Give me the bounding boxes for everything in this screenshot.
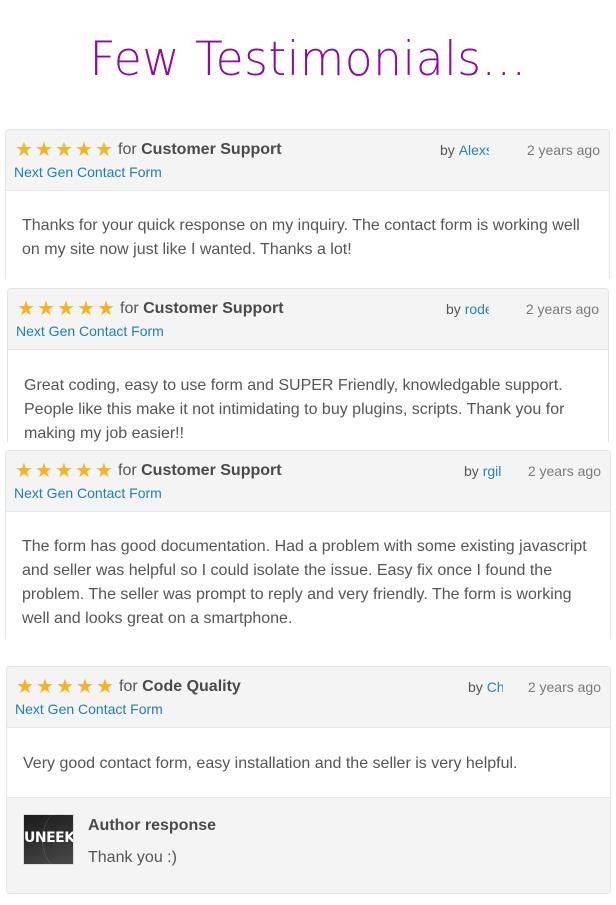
star-icon: ★ — [16, 676, 34, 698]
product-link[interactable]: Next Gen Contact Form — [16, 323, 164, 339]
category-label: Code Quality — [142, 678, 241, 695]
review-category: for Customer Support — [120, 300, 284, 317]
author-link[interactable]: rode — [465, 301, 489, 317]
star-icon: ★ — [97, 298, 115, 320]
review-card: ★ ★ ★ ★ ★ for Customer Support Next Gen Cont… — [5, 450, 611, 639]
star-icon: ★ — [55, 139, 73, 161]
review-header: ★ ★ ★ ★ ★ for Customer Support Next Gen Cont… — [6, 451, 610, 512]
star-icon: ★ — [15, 460, 33, 482]
product-link[interactable]: Next Gen Contact Form — [14, 485, 162, 501]
star-icon: ★ — [56, 676, 74, 698]
response-title: Author response — [88, 817, 217, 834]
star-rating: ★ ★ ★ ★ ★ — [16, 298, 116, 320]
review-author: by Alexs — [440, 142, 489, 158]
review-text: The form has good documentation. Had a p… — [22, 538, 587, 627]
star-icon: ★ — [55, 460, 73, 482]
review-time: 2 years ago — [526, 142, 600, 158]
review-category: for Customer Support — [118, 141, 282, 158]
star-icon: ★ — [75, 139, 93, 161]
review-text: Very good contact form, easy installatio… — [23, 755, 518, 772]
review-author: by rode — [446, 301, 489, 317]
star-icon: ★ — [36, 676, 54, 698]
review-time: 2 years ago — [527, 463, 601, 479]
product-link[interactable]: Next Gen Contact Form — [15, 701, 163, 717]
star-icon: ★ — [76, 676, 94, 698]
star-rating: ★ ★ ★ ★ ★ — [14, 139, 114, 161]
review-author: by rgil — [464, 463, 502, 479]
star-icon: ★ — [95, 139, 113, 161]
star-icon: ★ — [37, 298, 55, 320]
star-icon: ★ — [57, 298, 75, 320]
author-link[interactable]: Ch — [487, 679, 503, 695]
review-author: by Ch — [468, 679, 503, 695]
author-link[interactable]: rgil — [483, 463, 502, 479]
author-avatar: UNEEK — [23, 814, 74, 865]
review-header: ★ ★ ★ ★ ★ for Code Quality Next Gen Contact … — [7, 667, 610, 728]
star-icon: ★ — [75, 460, 93, 482]
review-header: ★ ★ ★ ★ ★ for Customer Support Next Gen Cont… — [8, 289, 608, 350]
review-time: 2 years ago — [527, 679, 601, 695]
category-label: Customer Support — [141, 462, 282, 479]
star-icon: ★ — [15, 139, 33, 161]
star-rating: ★ ★ ★ ★ ★ — [15, 676, 115, 698]
star-icon: ★ — [95, 460, 113, 482]
response-text: Thank you :) — [88, 849, 177, 866]
review-category: for Customer Support — [118, 462, 282, 479]
uneek-logo-icon: UNEEK — [24, 830, 74, 846]
review-text: Thanks for your quick response on my inq… — [22, 217, 580, 258]
review-category: for Code Quality — [119, 678, 241, 695]
category-label: Customer Support — [141, 141, 282, 158]
product-link[interactable]: Next Gen Contact Form — [14, 164, 162, 180]
review-header: ★ ★ ★ ★ ★ for Customer Support Next Gen Cont… — [6, 130, 609, 191]
author-link[interactable]: Alexs — [459, 142, 489, 158]
page-title: Few Testimonials... — [89, 32, 527, 87]
author-response: UNEEK Author response Thank you :) — [7, 797, 610, 893]
star-rating: ★ ★ ★ ★ ★ — [14, 460, 114, 482]
review-card: ★ ★ ★ ★ ★ for Code Quality Next Gen Contact … — [6, 666, 611, 894]
review-card: ★ ★ ★ ★ ★ for Customer Support Next Gen Cont… — [7, 288, 609, 442]
star-icon: ★ — [77, 298, 95, 320]
star-icon: ★ — [35, 139, 53, 161]
review-time: 2 years ago — [525, 301, 599, 317]
category-label: Customer Support — [143, 300, 284, 317]
star-icon: ★ — [96, 676, 114, 698]
star-icon: ★ — [35, 460, 53, 482]
review-card: ★ ★ ★ ★ ★ for Customer Support Next Gen Cont… — [5, 129, 610, 279]
star-icon: ★ — [17, 298, 35, 320]
review-text: Great coding, easy to use form and SUPER… — [24, 377, 565, 442]
